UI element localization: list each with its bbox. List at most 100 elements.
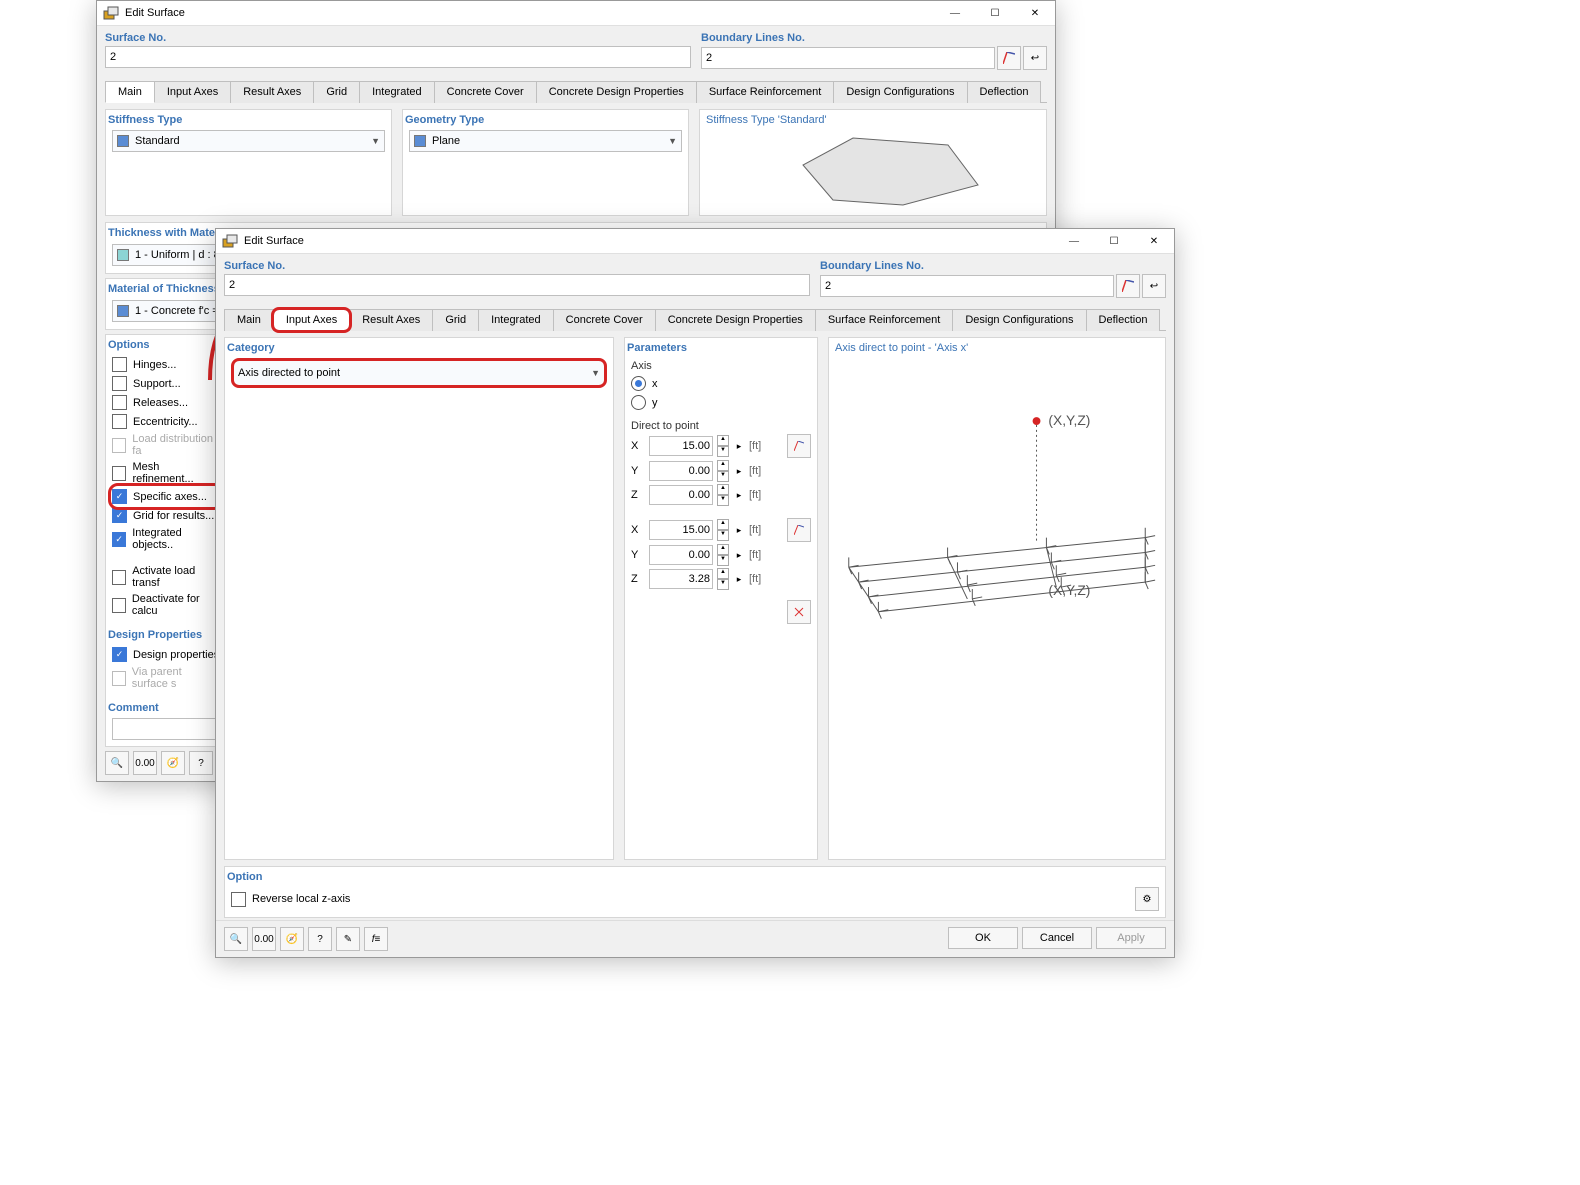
tab-surface-reinforcement[interactable]: Surface Reinforcement: [815, 309, 954, 331]
checkbox[interactable]: [112, 357, 127, 372]
coord-input[interactable]: [649, 545, 713, 565]
surface-no-input[interactable]: [105, 46, 691, 68]
checkbox[interactable]: [112, 532, 126, 547]
tab-input-axes[interactable]: Input Axes: [154, 81, 231, 103]
checkbox[interactable]: [112, 598, 126, 613]
boundary-lines-input[interactable]: [701, 47, 995, 69]
script-icon[interactable]: ✎: [336, 927, 360, 951]
coord-input[interactable]: [649, 436, 713, 456]
axis-x-label: x: [652, 378, 658, 390]
tab-integrated[interactable]: Integrated: [359, 81, 435, 103]
category-dropdown[interactable]: Axis directed to point ▼: [231, 358, 607, 388]
option-design-properties[interactable]: Design properties: [112, 645, 220, 664]
step-icon[interactable]: ▸: [733, 466, 745, 477]
close-button[interactable]: ✕: [1015, 1, 1055, 25]
option-deactivate-for-calcu[interactable]: Deactivate for calcu: [112, 591, 220, 619]
pick-point-icon[interactable]: [787, 434, 811, 458]
axis-y-radio[interactable]: [631, 395, 646, 410]
tab-integrated[interactable]: Integrated: [478, 309, 554, 331]
help-icon[interactable]: ?: [308, 927, 332, 951]
spinner[interactable]: ▲▼: [717, 519, 729, 541]
pick-point-icon[interactable]: [787, 518, 811, 542]
tab-main[interactable]: Main: [224, 309, 274, 331]
option-via-parent-surface-s: Via parent surface s: [112, 664, 220, 692]
option-support[interactable]: Support...: [112, 374, 220, 393]
checkbox[interactable]: [112, 647, 127, 662]
axis-x-radio[interactable]: [631, 376, 646, 391]
magnify-icon[interactable]: 🔍: [105, 751, 129, 775]
magnify-icon[interactable]: 🔍: [224, 927, 248, 951]
option-hinges[interactable]: Hinges...: [112, 355, 220, 374]
checkbox[interactable]: [112, 466, 126, 481]
geometry-type-dropdown[interactable]: Plane ▼: [409, 130, 682, 152]
tab-concrete-design-properties[interactable]: Concrete Design Properties: [536, 81, 697, 103]
tab-concrete-design-properties[interactable]: Concrete Design Properties: [655, 309, 816, 331]
step-icon[interactable]: ▸: [733, 574, 745, 585]
checkbox[interactable]: [112, 508, 127, 523]
option-grid-for-results[interactable]: Grid for results...: [112, 506, 220, 525]
option-mesh-refinement[interactable]: Mesh refinement...: [112, 459, 220, 487]
coord-input[interactable]: [649, 485, 713, 505]
minimize-button[interactable]: —: [1054, 229, 1094, 253]
tab-surface-reinforcement[interactable]: Surface Reinforcement: [696, 81, 835, 103]
tab-deflection[interactable]: Deflection: [967, 81, 1042, 103]
tab-grid[interactable]: Grid: [313, 81, 360, 103]
ok-button[interactable]: OK: [948, 927, 1018, 949]
comment-input[interactable]: [112, 718, 230, 740]
step-icon[interactable]: ▸: [733, 550, 745, 561]
boundary-lines-input[interactable]: [820, 275, 1114, 297]
function-icon[interactable]: f≡: [364, 927, 388, 951]
close-button[interactable]: ✕: [1134, 229, 1174, 253]
stiffness-type-dropdown[interactable]: Standard ▼: [112, 130, 385, 152]
cancel-button[interactable]: Cancel: [1022, 927, 1092, 949]
checkbox[interactable]: [112, 570, 126, 585]
coord-input[interactable]: [649, 461, 713, 481]
tab-main[interactable]: Main: [105, 81, 155, 103]
spinner[interactable]: ▲▼: [717, 568, 729, 590]
undo-icon[interactable]: ↩: [1023, 46, 1047, 70]
option-integrated-objects[interactable]: Integrated objects..: [112, 525, 220, 553]
apply-button[interactable]: Apply: [1096, 927, 1166, 949]
checkbox[interactable]: [112, 489, 127, 504]
units-icon[interactable]: 0.00: [133, 751, 157, 775]
step-icon[interactable]: ▸: [733, 525, 745, 536]
minimize-button[interactable]: —: [935, 1, 975, 25]
spinner[interactable]: ▲▼: [717, 460, 729, 482]
pick-both-icon[interactable]: [787, 600, 811, 624]
coord-input[interactable]: [649, 520, 713, 540]
checkbox[interactable]: [112, 414, 127, 429]
pick-lines-icon[interactable]: [1116, 274, 1140, 298]
units-icon[interactable]: 0.00: [252, 927, 276, 951]
surface-no-input[interactable]: [224, 274, 810, 296]
maximize-button[interactable]: ☐: [975, 1, 1015, 25]
tab-input-axes[interactable]: Input Axes: [273, 309, 350, 331]
axes-icon[interactable]: 🧭: [280, 927, 304, 951]
spinner[interactable]: ▲▼: [717, 484, 729, 506]
step-icon[interactable]: ▸: [733, 441, 745, 452]
pick-lines-icon[interactable]: [997, 46, 1021, 70]
tab-concrete-cover[interactable]: Concrete Cover: [434, 81, 537, 103]
coord-input[interactable]: [649, 569, 713, 589]
tab-deflection[interactable]: Deflection: [1086, 309, 1161, 331]
help-icon[interactable]: ?: [189, 751, 213, 775]
checkbox[interactable]: [112, 395, 127, 410]
option-activate-load-transf[interactable]: Activate load transf: [112, 563, 220, 591]
step-icon[interactable]: ▸: [733, 490, 745, 501]
tab-result-axes[interactable]: Result Axes: [349, 309, 433, 331]
tab-grid[interactable]: Grid: [432, 309, 479, 331]
preview-settings-icon[interactable]: ⚙: [1135, 887, 1159, 911]
spinner[interactable]: ▲▼: [717, 544, 729, 566]
tab-design-configurations[interactable]: Design Configurations: [952, 309, 1086, 331]
tab-result-axes[interactable]: Result Axes: [230, 81, 314, 103]
checkbox[interactable]: [112, 376, 127, 391]
tab-design-configurations[interactable]: Design Configurations: [833, 81, 967, 103]
maximize-button[interactable]: ☐: [1094, 229, 1134, 253]
option-eccentricity[interactable]: Eccentricity...: [112, 412, 220, 431]
option-releases[interactable]: Releases...: [112, 393, 220, 412]
spinner[interactable]: ▲▼: [717, 435, 729, 457]
undo-icon[interactable]: ↩: [1142, 274, 1166, 298]
tab-concrete-cover[interactable]: Concrete Cover: [553, 309, 656, 331]
reverse-z-check[interactable]: [231, 892, 246, 907]
option-specific-axes[interactable]: Specific axes...: [112, 487, 220, 506]
axes-icon[interactable]: 🧭: [161, 751, 185, 775]
